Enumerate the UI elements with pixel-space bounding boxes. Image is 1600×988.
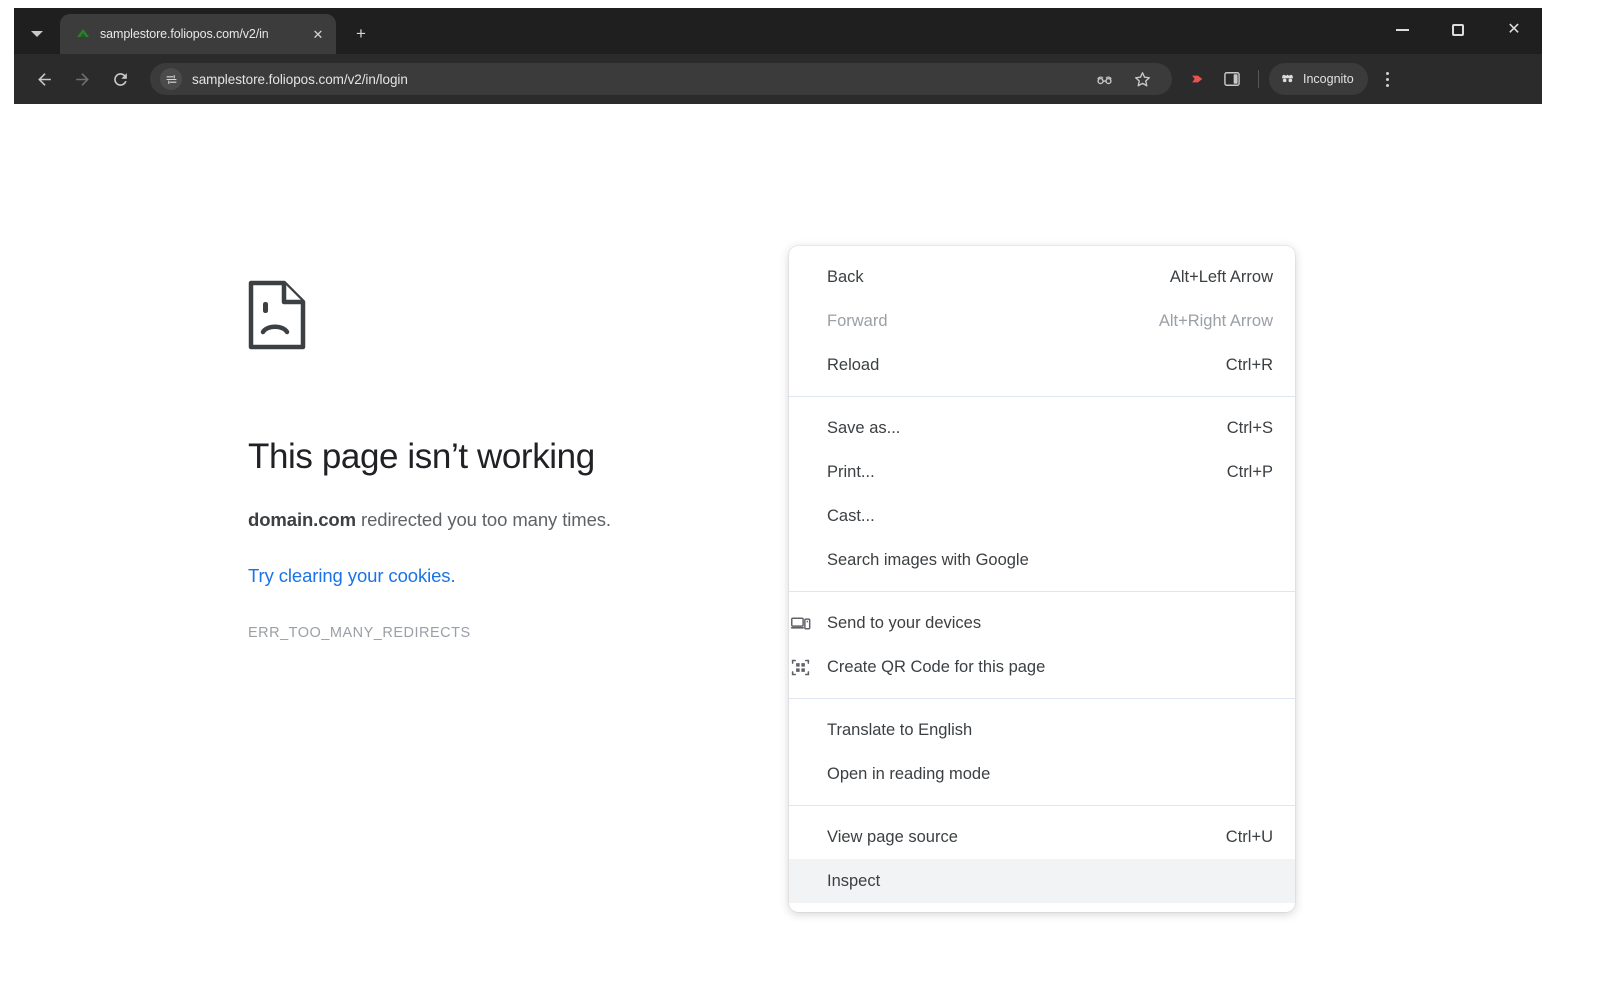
reload-button[interactable] xyxy=(102,61,138,97)
incognito-glasses-icon[interactable] xyxy=(1088,63,1120,95)
menu-item-shortcut: Ctrl+U xyxy=(1225,827,1273,846)
menu-item-label: View page source xyxy=(827,827,958,846)
menu-item-save-as[interactable]: Save as... Ctrl+S xyxy=(789,406,1295,450)
window-controls: ✕ xyxy=(1374,8,1542,52)
menu-item-label: Forward xyxy=(827,311,888,330)
maximize-icon xyxy=(1452,24,1464,36)
menu-item-label: Search images with Google xyxy=(827,550,1029,569)
menu-item-shortcut: Ctrl+R xyxy=(1225,355,1273,374)
menu-item-label: Translate to English xyxy=(827,720,973,739)
browser-toolbar: samplestore.foliopos.com/v2/in/login Inc… xyxy=(14,54,1542,104)
error-description: domain.com redirected you too many times… xyxy=(248,509,808,531)
menu-item-label: Back xyxy=(827,267,864,286)
forward-button[interactable] xyxy=(64,61,100,97)
address-bar-actions xyxy=(1088,63,1158,95)
menu-separator xyxy=(789,591,1295,592)
incognito-label: Incognito xyxy=(1303,72,1354,86)
kebab-dot xyxy=(1386,77,1390,81)
address-bar-url: samplestore.foliopos.com/v2/in/login xyxy=(192,71,408,87)
context-menu: Back Alt+Left Arrow Forward Alt+Right Arrow… xyxy=(789,246,1295,912)
qr-code-icon xyxy=(789,657,812,678)
maximize-button[interactable] xyxy=(1430,10,1486,50)
menu-item-label: Open in reading mode xyxy=(827,764,991,783)
menu-item-label: Cast... xyxy=(827,506,875,525)
arrow-left-icon xyxy=(37,72,51,86)
arrow-right-icon xyxy=(75,72,89,86)
menu-item-label: Save as... xyxy=(827,418,901,437)
menu-item-forward: Forward Alt+Right Arrow xyxy=(789,299,1295,343)
menu-item-label: Reload xyxy=(827,355,880,374)
chevron-down-icon xyxy=(31,31,43,37)
menu-item-shortcut: Ctrl+P xyxy=(1226,462,1273,481)
menu-separator xyxy=(789,805,1295,806)
incognito-indicator[interactable]: Incognito xyxy=(1269,63,1368,95)
error-domain: domain.com xyxy=(248,509,356,530)
menu-item-search-images-with-google[interactable]: Search images with Google xyxy=(789,538,1295,582)
menu-item-back[interactable]: Back Alt+Left Arrow xyxy=(789,255,1295,299)
error-title: This page isn’t working xyxy=(248,437,595,476)
menu-item-open-in-reading-mode[interactable]: Open in reading mode xyxy=(789,752,1295,796)
menu-item-shortcut: Alt+Left Arrow xyxy=(1169,267,1273,286)
menu-item-label: Print... xyxy=(827,462,875,481)
menu-item-label: Send to your devices xyxy=(827,613,982,632)
new-tab-button[interactable]: + xyxy=(344,17,378,51)
tab-close-icon[interactable]: ✕ xyxy=(308,24,328,44)
menu-item-create-qr-code-for-this-page[interactable]: Create QR Code for this page xyxy=(789,645,1295,689)
site-settings-icon[interactable] xyxy=(160,68,182,90)
star-icon[interactable] xyxy=(1126,63,1158,95)
incognito-spy-icon xyxy=(1279,69,1296,89)
menu-item-reload[interactable]: Reload Ctrl+R xyxy=(789,343,1295,387)
menu-item-cast[interactable]: Cast... xyxy=(789,494,1295,538)
chrome-menu-button[interactable] xyxy=(1372,61,1404,97)
toolbar-actions: Incognito xyxy=(1182,61,1404,97)
menu-item-label: Create QR Code for this page xyxy=(827,657,1046,676)
browser-tab[interactable]: samplestore.foliopos.com/v2/in ✕ xyxy=(60,14,336,54)
browser-window: samplestore.foliopos.com/v2/in ✕ + ✕ sam… xyxy=(14,8,1542,104)
menu-item-shortcut: Alt+Right Arrow xyxy=(1158,311,1273,330)
side-panel-icon[interactable] xyxy=(1216,63,1248,95)
address-bar[interactable]: samplestore.foliopos.com/v2/in/login xyxy=(150,63,1172,95)
menu-item-label: Inspect xyxy=(827,871,881,890)
back-button[interactable] xyxy=(26,61,62,97)
menu-item-translate-to-english[interactable]: Translate to English xyxy=(789,708,1295,752)
menu-item-print[interactable]: Print... Ctrl+P xyxy=(789,450,1295,494)
sad-page-icon xyxy=(248,280,808,355)
close-window-button[interactable]: ✕ xyxy=(1486,10,1542,50)
toolbar-divider xyxy=(1258,70,1259,88)
kebab-dot xyxy=(1386,71,1390,75)
menu-item-view-page-source[interactable]: View page source Ctrl+U xyxy=(789,815,1295,859)
error-page: This page isn’t working domain.com redir… xyxy=(248,280,808,641)
error-code: ERR_TOO_MANY_REDIRECTS xyxy=(248,625,471,641)
menu-separator xyxy=(789,396,1295,397)
tab-strip: samplestore.foliopos.com/v2/in ✕ + ✕ xyxy=(14,8,1542,54)
menu-item-inspect[interactable]: Inspect xyxy=(789,859,1295,903)
menu-separator xyxy=(789,698,1295,699)
minimize-icon xyxy=(1395,29,1409,31)
site-favicon xyxy=(74,26,91,43)
tab-search-button[interactable] xyxy=(14,14,60,54)
kebab-dot xyxy=(1386,83,1390,87)
error-description-rest: redirected you too many times. xyxy=(355,509,611,530)
reload-icon xyxy=(113,72,127,86)
minimize-button[interactable] xyxy=(1374,10,1430,50)
devices-icon xyxy=(789,613,812,634)
tab-title: samplestore.foliopos.com/v2/in xyxy=(100,27,269,41)
page-viewport: This page isn’t working domain.com redir… xyxy=(14,104,1542,988)
extension-icon[interactable] xyxy=(1182,63,1214,95)
menu-item-shortcut: Ctrl+S xyxy=(1226,418,1273,437)
clear-cookies-link[interactable]: Try clearing your cookies. xyxy=(248,565,456,587)
close-icon: ✕ xyxy=(1507,21,1521,38)
menu-item-send-to-your-devices[interactable]: Send to your devices xyxy=(789,601,1295,645)
